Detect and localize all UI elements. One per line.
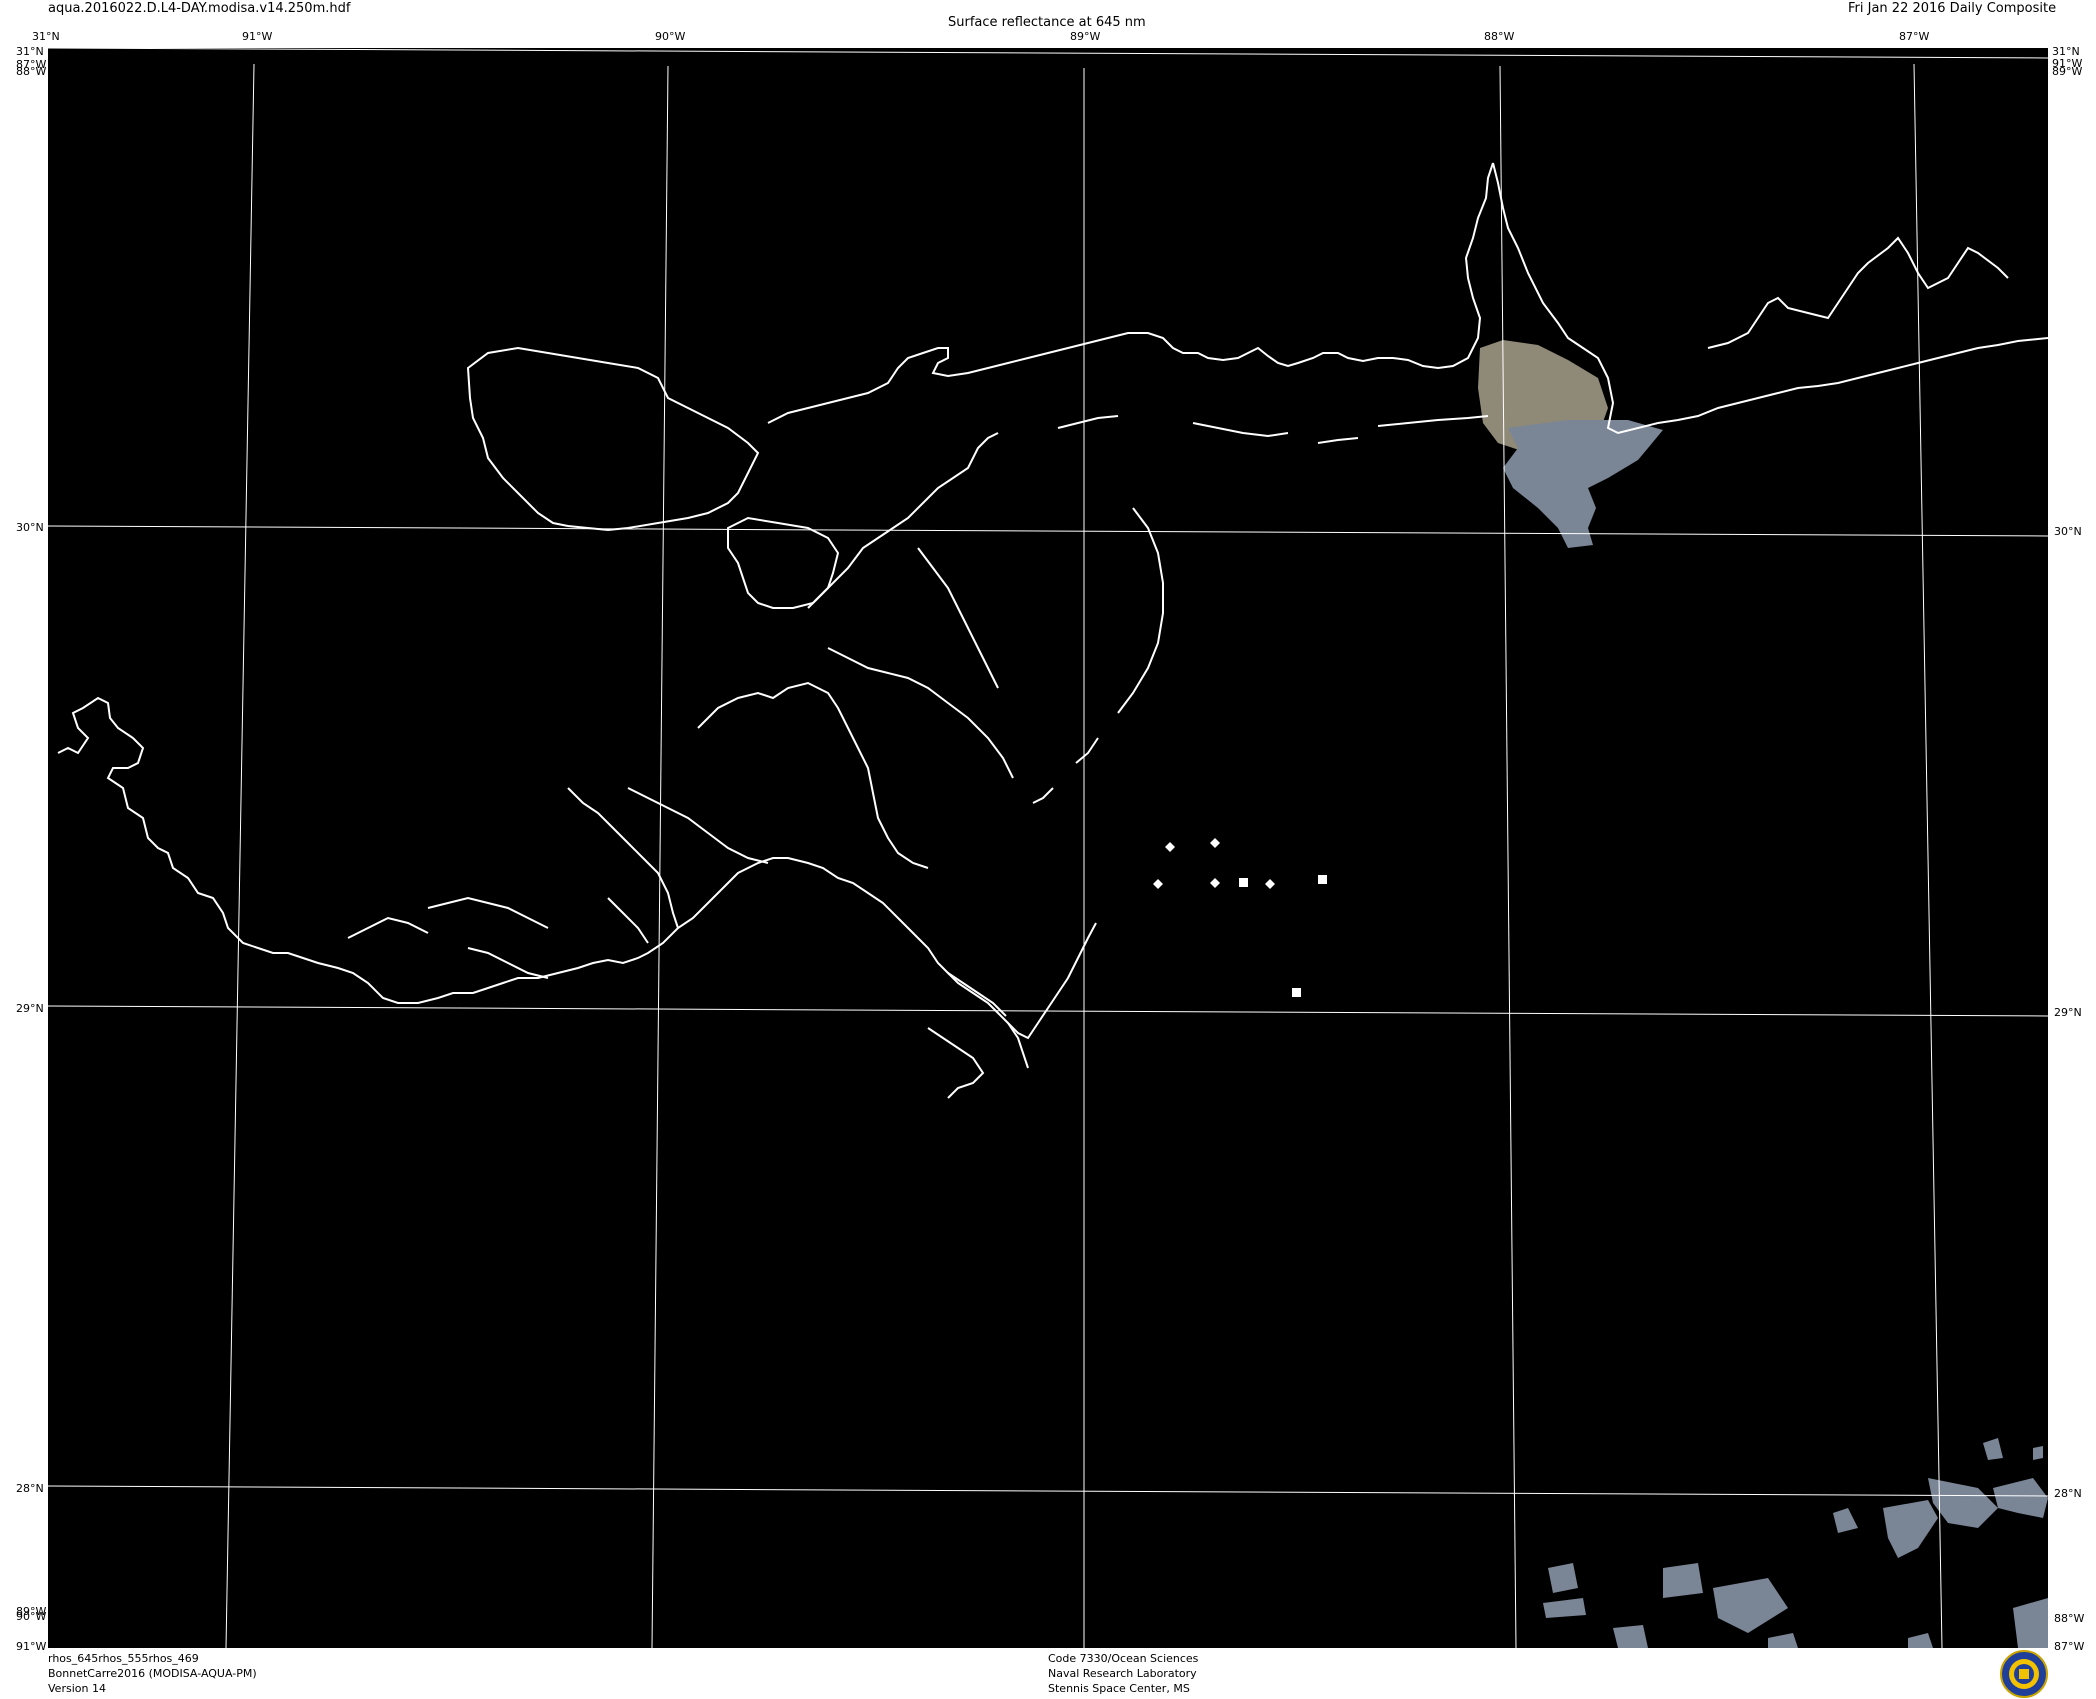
footer-campaign: BonnetCarre2016 (MODISA-AQUA-PM)	[48, 1667, 257, 1680]
corner-bottom-right-1: 88°W	[2054, 1612, 2085, 1625]
map-canvas	[48, 48, 2048, 1648]
lat-label-right-28n: 28°N	[2054, 1487, 2082, 1500]
corner-top-left-1: 31°N	[32, 30, 60, 43]
footer-version: Version 14	[48, 1682, 106, 1695]
date-label: Fri Jan 22 2016 Daily Composite	[1848, 1, 2057, 16]
footer-lab: Naval Research Laboratory	[1048, 1667, 1197, 1680]
corner-top-left-2: 31°N	[16, 45, 44, 58]
corner-bottom-left-2: 90°W	[16, 1610, 47, 1623]
filename-label: aqua.2016022.D.L4-DAY.modisa.v14.250m.hd…	[48, 1, 351, 16]
lon-label-top-91w: 91°W	[242, 30, 273, 43]
corner-top-left-4: 88°W	[16, 65, 47, 78]
corner-top-right-3: 89°W	[2052, 65, 2083, 78]
corner-bottom-left-3: 91°W	[16, 1640, 47, 1653]
lon-label-top-90w: 90°W	[655, 30, 686, 43]
lat-label-right-29n: 29°N	[2054, 1006, 2082, 1019]
footer-code: Code 7330/Ocean Sciences	[1048, 1652, 1199, 1665]
station-marker	[1292, 988, 1301, 997]
lon-label-top-87w: 87°W	[1899, 30, 1930, 43]
product-title: Surface reflectance at 645 nm	[948, 15, 1146, 30]
lat-label-left-29n: 29°N	[16, 1002, 44, 1015]
nrl-seal-icon	[2000, 1650, 2048, 1698]
footer-location: Stennis Space Center, MS	[1048, 1682, 1190, 1695]
footer-bands: rhos_645rhos_555rhos_469	[48, 1652, 199, 1665]
corner-bottom-right-2: 87°W	[2054, 1640, 2085, 1653]
station-marker	[1239, 878, 1248, 887]
lat-label-left-30n: 30°N	[16, 521, 44, 534]
lon-label-top-89w: 89°W	[1070, 30, 1101, 43]
station-marker	[1318, 875, 1327, 884]
satellite-map[interactable]	[48, 48, 2048, 1648]
lat-label-right-30n: 30°N	[2054, 525, 2082, 538]
ocean-background	[48, 48, 2048, 1648]
lat-label-left-28n: 28°N	[16, 1482, 44, 1495]
lon-label-top-88w: 88°W	[1484, 30, 1515, 43]
